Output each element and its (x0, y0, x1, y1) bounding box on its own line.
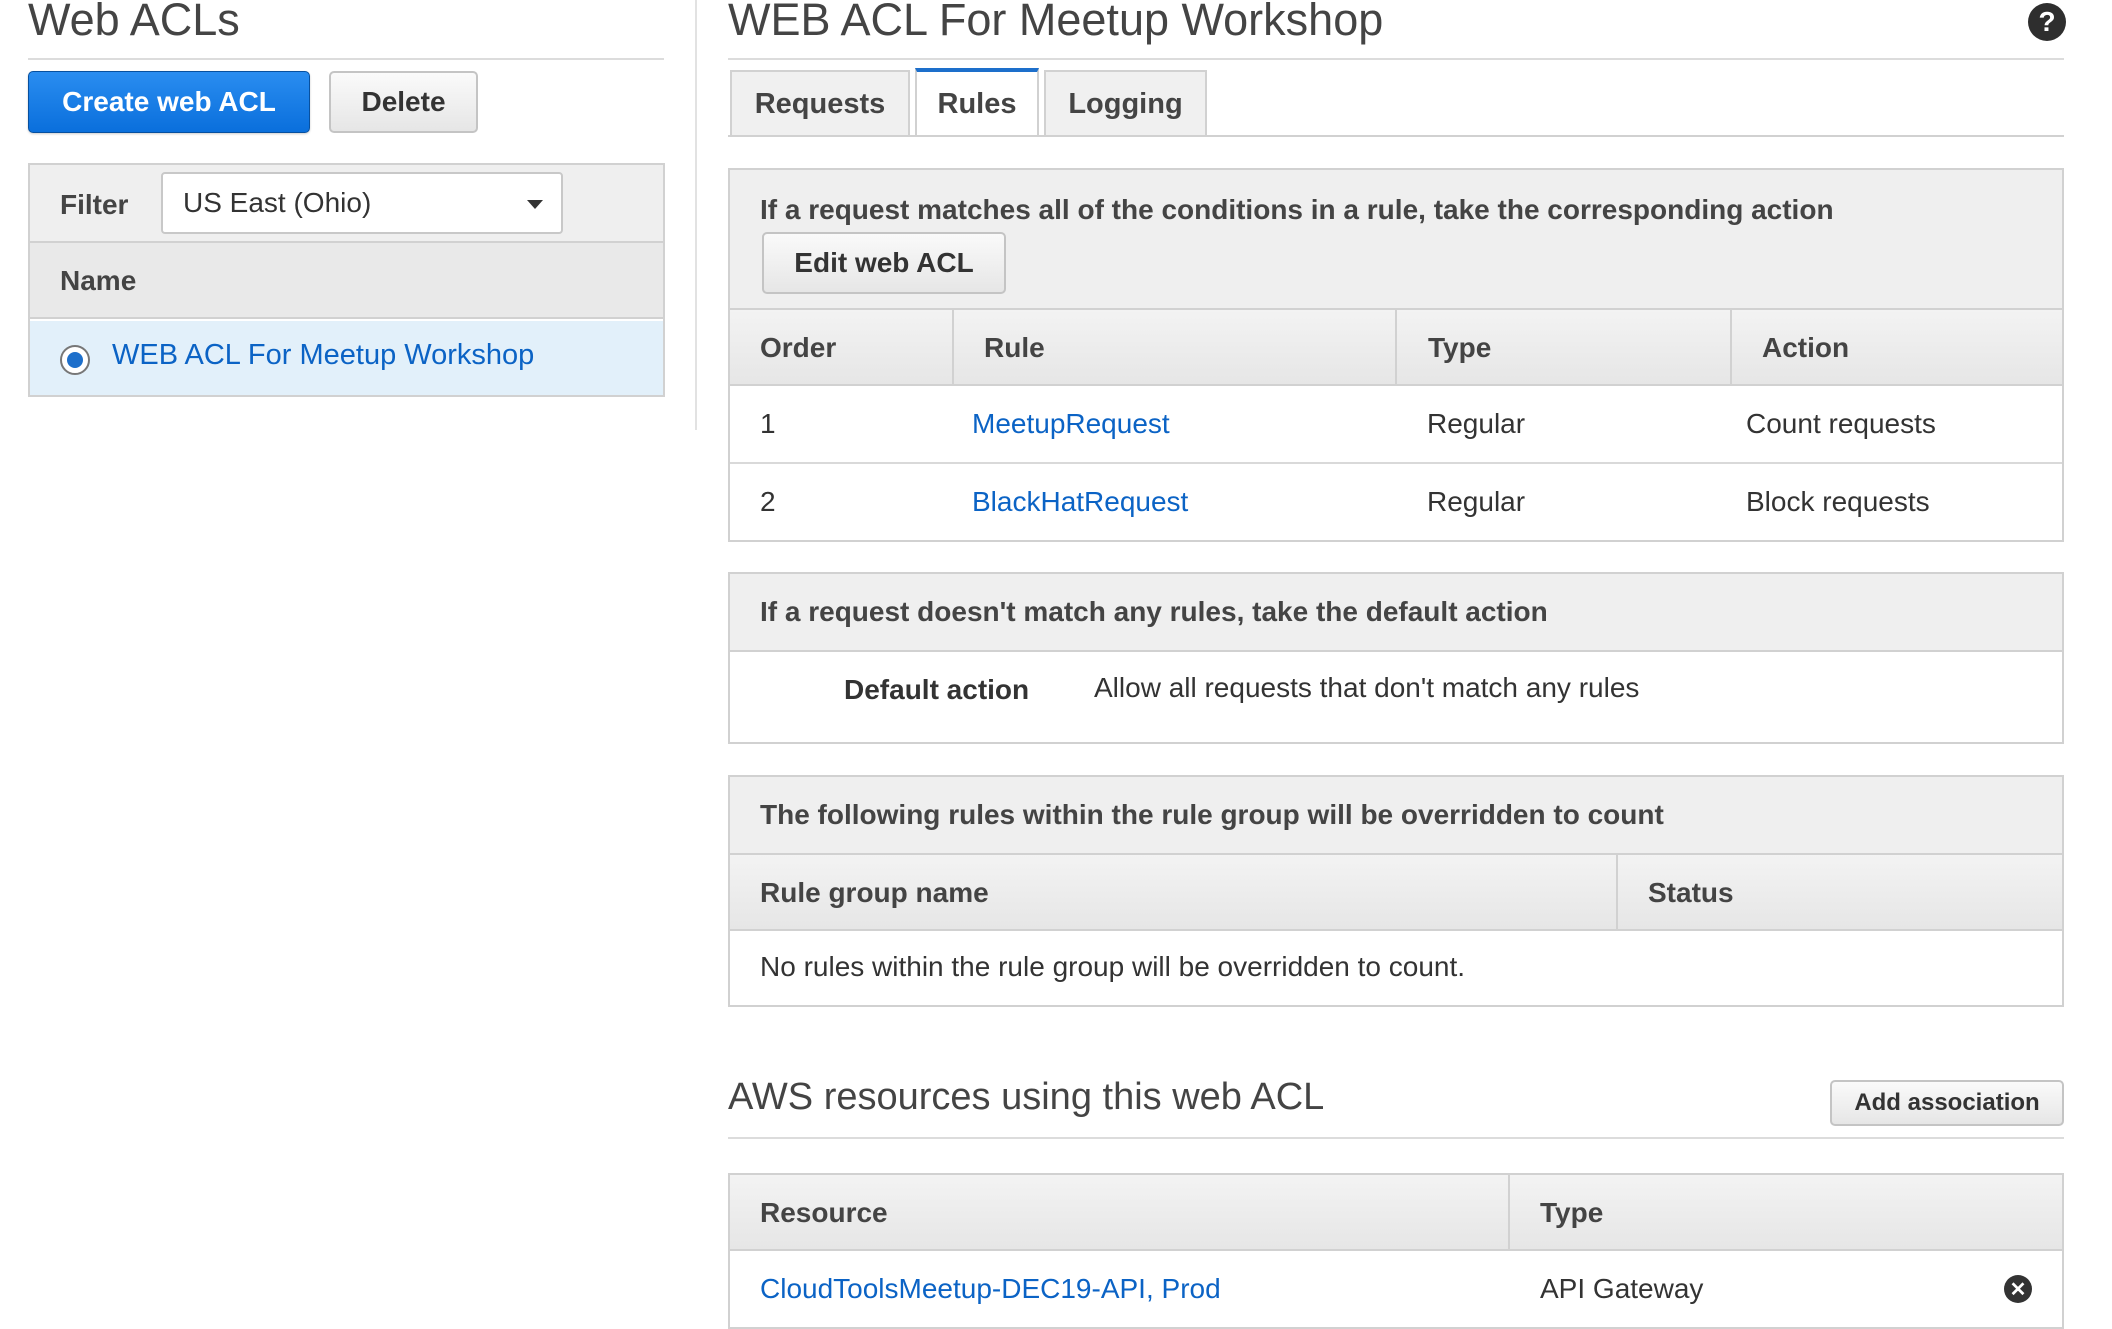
tabs-baseline (728, 135, 2064, 137)
column-separator (1508, 1175, 1510, 1249)
default-action-value: Allow all requests that don't match any … (1094, 672, 1640, 703)
table-row: 2 BlackHatRequest Regular Block requests (730, 466, 2062, 542)
sidebar-divider (28, 58, 664, 60)
override-rules-panel: The following rules within the rule grou… (728, 775, 2064, 1007)
page-title: WEB ACL For Meetup Workshop (728, 0, 1384, 45)
filter-label: Filter (60, 189, 129, 220)
override-panel-heading: The following rules within the rule grou… (760, 799, 1664, 830)
column-header-action: Action (1762, 332, 1850, 363)
web-acl-list: Filter US East (Ohio) Name WEB ACL For M… (28, 163, 665, 397)
rules-panel-heading: If a request matches all of the conditio… (760, 194, 1834, 225)
list-item[interactable]: WEB ACL For Meetup Workshop (30, 321, 663, 395)
column-header-status: Status (1648, 877, 1734, 908)
column-separator (952, 310, 954, 384)
title-divider (728, 58, 2064, 60)
caret-down-icon (527, 200, 543, 209)
default-action-header: If a request doesn't match any rules, ta… (730, 574, 2062, 652)
rules-panel: If a request matches all of the conditio… (728, 168, 2064, 542)
rule-link[interactable]: BlackHatRequest (972, 486, 1188, 518)
add-association-button[interactable]: Add association (1830, 1080, 2064, 1126)
region-select[interactable]: US East (Ohio) (161, 172, 563, 234)
rules-table-header: Order Rule Type Action (730, 310, 2062, 386)
radio-selected-icon[interactable] (60, 345, 90, 375)
create-web-acl-button[interactable]: Create web ACL (28, 71, 310, 133)
column-header-rule: Rule (984, 332, 1045, 363)
column-header-rule-group-name: Rule group name (760, 877, 989, 908)
rule-action: Block requests (1746, 486, 1930, 517)
resource-link[interactable]: CloudToolsMeetup-DEC19-API, Prod (760, 1273, 1221, 1305)
resources-section-title: AWS resources using this web ACL (728, 1076, 1325, 1118)
delete-button[interactable]: Delete (329, 71, 478, 133)
sidebar-title: Web ACLs (28, 0, 240, 45)
column-header-resource: Resource (760, 1197, 888, 1228)
override-panel-header: The following rules within the rule grou… (730, 777, 2062, 855)
resource-type: API Gateway (1540, 1273, 1704, 1304)
column-header-order: Order (760, 332, 837, 363)
column-separator (1616, 855, 1618, 929)
resources-table-header: Resource Type (730, 1175, 2062, 1251)
help-icon[interactable]: ? (2028, 3, 2066, 41)
default-action-heading: If a request doesn't match any rules, ta… (760, 596, 1548, 627)
rule-type: Regular (1427, 486, 1526, 517)
edit-web-acl-button[interactable]: Edit web ACL (762, 232, 1006, 294)
panel-divider (695, 0, 697, 430)
filter-row: Filter US East (Ohio) (30, 165, 663, 243)
column-header-type: Type (1540, 1197, 1604, 1228)
region-select-value: US East (Ohio) (183, 187, 372, 218)
rule-action: Count requests (1746, 408, 1936, 439)
web-acl-link[interactable]: WEB ACL For Meetup Workshop (112, 339, 534, 372)
rule-link[interactable]: MeetupRequest (972, 408, 1170, 440)
override-empty-message: No rules within the rule group will be o… (760, 951, 1466, 982)
tab-requests[interactable]: Requests (730, 70, 910, 136)
default-action-panel: If a request doesn't match any rules, ta… (728, 572, 2064, 744)
rule-order: 1 (760, 408, 776, 439)
default-action-label: Default action (844, 674, 1030, 705)
rules-panel-header: If a request matches all of the conditio… (730, 170, 2062, 310)
table-row: CloudToolsMeetup-DEC19-API, Prod API Gat… (730, 1253, 2062, 1329)
column-separator (1730, 310, 1732, 384)
override-table-header: Rule group name Status (730, 855, 2062, 931)
tab-rules[interactable]: Rules (915, 68, 1039, 136)
name-column-header: Name (30, 243, 663, 319)
rule-order: 2 (760, 486, 776, 517)
resources-table: Resource Type CloudToolsMeetup-DEC19-API… (728, 1173, 2064, 1329)
column-separator (1395, 310, 1397, 384)
rule-type: Regular (1427, 408, 1526, 439)
table-row: 1 MeetupRequest Regular Count requests (730, 388, 2062, 464)
remove-association-icon[interactable]: ✕ (2004, 1275, 2032, 1303)
column-header-type: Type (1428, 332, 1492, 363)
name-header-label: Name (60, 265, 137, 296)
tab-logging[interactable]: Logging (1044, 70, 1207, 136)
resources-section-divider (728, 1137, 2064, 1139)
